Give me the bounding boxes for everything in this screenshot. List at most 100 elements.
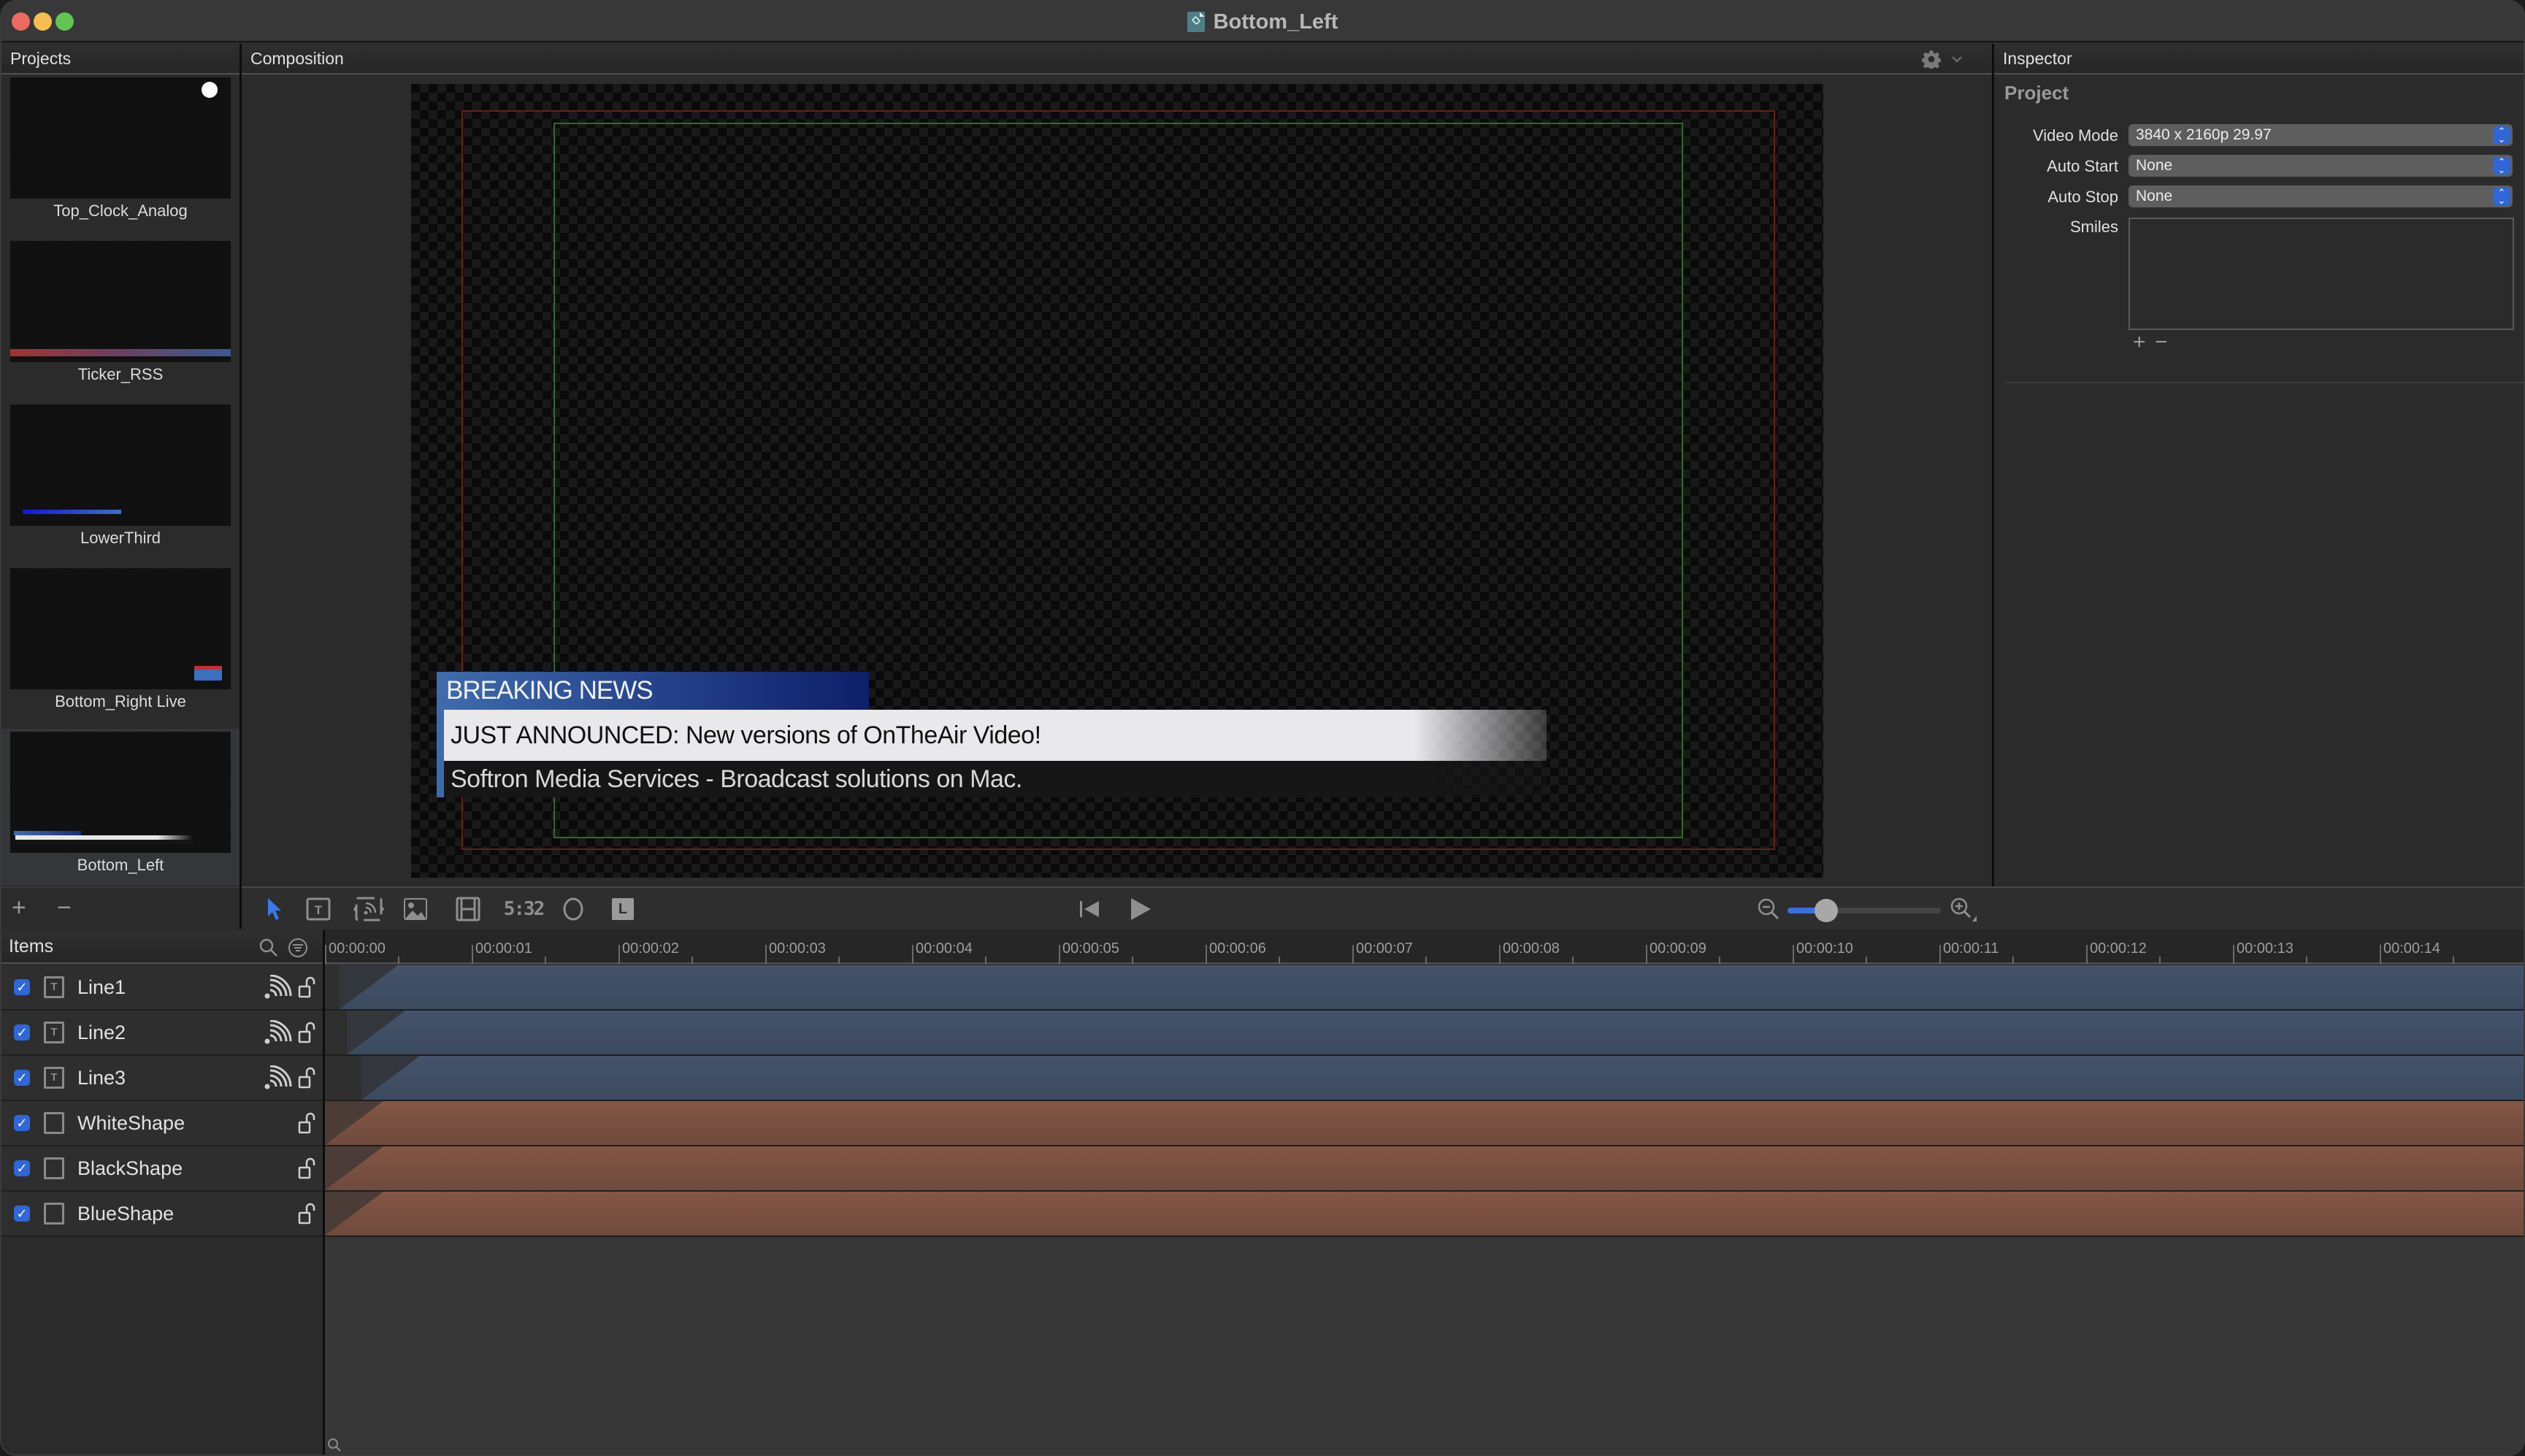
ruler-tick	[1352, 945, 1354, 964]
project-item-top-clock-analog[interactable]: Top_Clock_Analog	[1, 74, 240, 238]
animation-icon[interactable]	[263, 1020, 292, 1045]
project-item-lowerthird[interactable]: LowerThird	[1, 402, 240, 565]
timeline-item-line1[interactable]: ✓ T Line1	[1, 965, 323, 1011]
timeline-clip-blueshape[interactable]	[325, 1192, 2524, 1235]
text-tool-button[interactable]: T	[304, 895, 333, 923]
add-smile-button[interactable]: +	[2133, 332, 2146, 353]
video-mode-value: 3840 x 2160p 29.97	[2136, 126, 2272, 143]
item-enabled-checkbox[interactable]: ✓	[14, 1070, 30, 1086]
video-tool-button[interactable]	[453, 895, 483, 923]
ruler-label: 00:00:09	[1650, 940, 1706, 957]
item-enabled-checkbox[interactable]: ✓	[14, 1115, 30, 1131]
zoom-out-icon	[1758, 898, 1779, 920]
chevron-down-icon	[1952, 56, 1962, 63]
shape-item-icon	[44, 1203, 64, 1225]
film-icon	[456, 897, 480, 922]
ruler-label: 00:00:04	[916, 940, 973, 957]
time-ruler[interactable]: 00:00:00 00:00:01 00:00:02 00:00:03 00:00:04…	[325, 930, 2524, 964]
add-project-button[interactable]: +	[12, 895, 26, 920]
fade-in-ramp[interactable]	[340, 965, 398, 1009]
item-name: Line2	[77, 1021, 126, 1043]
unlock-icon[interactable]	[298, 1201, 317, 1226]
rss-tool-button[interactable]	[351, 895, 386, 923]
unlock-icon[interactable]	[298, 1065, 317, 1090]
fade-in-ramp[interactable]	[325, 1101, 383, 1145]
inspector-header: Inspector	[1994, 44, 2524, 74]
remove-smile-button[interactable]: −	[2155, 332, 2168, 353]
project-item-bottom-left[interactable]: Bottom_Left	[1, 729, 240, 885]
item-enabled-checkbox[interactable]: ✓	[14, 1206, 30, 1222]
item-enabled-checkbox[interactable]: ✓	[14, 1160, 30, 1176]
animation-icon[interactable]	[263, 1065, 292, 1090]
video-mode-select[interactable]: 3840 x 2160p 29.97 ⌃ ⌄	[2129, 124, 2513, 146]
project-name: Ticker_RSS	[77, 365, 164, 383]
smiles-list[interactable]	[2129, 218, 2514, 330]
timeline-item-whiteshape[interactable]: ✓ WhiteShape	[1, 1101, 323, 1146]
timeline-clip-line3[interactable]	[361, 1056, 2524, 1100]
project-thumbnail	[10, 568, 231, 689]
breaking-news-title[interactable]: BREAKING NEWS	[437, 672, 869, 710]
timeline-item-blackshape[interactable]: ✓ BlackShape	[1, 1146, 323, 1192]
composition-settings-menu[interactable]	[1922, 44, 1963, 74]
clock-tool-button[interactable]: 5:32	[503, 895, 545, 923]
ruler-half-tick	[398, 957, 399, 964]
timeline-item-line3[interactable]: ✓ T Line3	[1, 1056, 323, 1101]
shape-tool-button[interactable]	[560, 895, 586, 923]
auto-stop-label: Auto Stop	[2047, 188, 2118, 206]
zoom-out-button[interactable]	[1756, 895, 1781, 923]
timeline-clip-blackshape[interactable]	[325, 1146, 2524, 1190]
auto-stop-select[interactable]: None ⌃ ⌄	[2129, 185, 2513, 207]
filter-icon[interactable]	[288, 938, 308, 958]
ruler-label: 00:00:03	[769, 940, 826, 957]
unlock-icon[interactable]	[298, 1020, 317, 1045]
line2-text[interactable]: Softron Media Services - Broadcast solut…	[444, 761, 1547, 797]
play-button[interactable]	[1127, 895, 1154, 923]
fade-in-ramp[interactable]	[347, 1011, 405, 1054]
auto-start-select[interactable]: None ⌃ ⌄	[2129, 155, 2513, 177]
animation-icon[interactable]	[263, 975, 292, 1000]
timeline-zoom-slider[interactable]	[1788, 899, 1941, 922]
logo-tool-button[interactable]: L	[608, 895, 637, 923]
project-item-ticker-rss[interactable]: Ticker_RSS	[1, 238, 240, 402]
smiles-label: Smiles	[2069, 218, 2118, 236]
timeline-clip-line1[interactable]	[340, 965, 2524, 1009]
zoom-in-button[interactable]	[1949, 895, 1978, 923]
timeline-track	[325, 1101, 2524, 1146]
fade-in-ramp[interactable]	[325, 1192, 383, 1235]
unlock-icon[interactable]	[298, 1111, 317, 1135]
timeline-search-icon[interactable]	[326, 1437, 342, 1453]
line1-text[interactable]: JUST ANNOUNCED: New versions of OnTheAir…	[444, 710, 1547, 761]
lower-third-graphic[interactable]: BREAKING NEWS JUST ANNOUNCED: New versio…	[437, 672, 1547, 797]
project-name: LowerThird	[80, 529, 161, 547]
item-enabled-checkbox[interactable]: ✓	[14, 1024, 30, 1041]
fade-in-ramp[interactable]	[361, 1056, 420, 1100]
item-enabled-checkbox[interactable]: ✓	[14, 979, 30, 995]
skip-to-start-button[interactable]	[1076, 895, 1103, 923]
auto-stop-value: None	[2136, 188, 2173, 204]
timeline-clip-whiteshape[interactable]	[325, 1101, 2524, 1145]
fade-in-ramp[interactable]	[325, 1146, 383, 1190]
ruler-half-tick	[2453, 957, 2454, 964]
zoom-slider-thumb[interactable]	[1814, 899, 1838, 922]
timeline-item-line2[interactable]: ✓ T Line2	[1, 1011, 323, 1056]
ruler-tick	[1499, 945, 1501, 964]
zoom-in-icon	[1950, 897, 1977, 922]
item-name: WhiteShape	[77, 1111, 185, 1134]
image-tool-button[interactable]	[401, 895, 430, 923]
timeline-clip-line2[interactable]	[347, 1011, 2524, 1054]
timeline-item-blueshape[interactable]: ✓ BlueShape	[1, 1192, 323, 1237]
ruler-tick	[1646, 945, 1647, 964]
ruler-tick	[472, 945, 473, 964]
remove-project-button[interactable]: −	[57, 895, 72, 920]
ruler-tick	[325, 945, 326, 964]
search-icon[interactable]	[258, 938, 279, 958]
timeline[interactable]: 00:00:00 00:00:01 00:00:02 00:00:03 00:00:04…	[325, 930, 2524, 1455]
unlock-icon[interactable]	[298, 1156, 317, 1181]
select-tool-button[interactable]	[264, 895, 286, 923]
ruler-half-tick	[2012, 957, 2014, 964]
digital-clock-icon: 5:32	[503, 898, 545, 920]
unlock-icon[interactable]	[298, 975, 317, 1000]
project-item-bottom-right-live[interactable]: Bottom_Right Live	[1, 565, 240, 729]
composition-canvas[interactable]: BREAKING NEWS JUST ANNOUNCED: New versio…	[411, 84, 1823, 878]
items-panel: Items ✓ T Line1 ✓ T Line2 ✓ T Line3 ✓ WhiteShape ✓ B…	[1, 930, 323, 1455]
